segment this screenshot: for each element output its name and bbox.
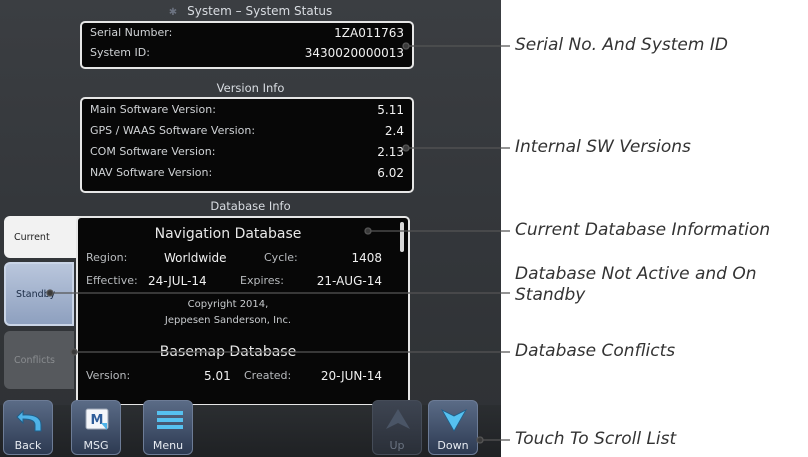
callout-serial: Serial No. And System ID [515,35,728,55]
callout-dot-current-db [364,227,372,235]
callout-dot-standby [46,289,54,297]
callout-dot-serial [402,42,410,50]
callout-standby-db: Database Not Active and On Standby [515,264,757,305]
callout-conflicts: Database Conflicts [515,341,676,361]
callout-dot-conflicts [70,348,78,356]
callout-dot-internal-sw [402,144,410,152]
callout-internal-sw: Internal SW Versions [515,137,691,157]
callout-dot-scroll [476,436,484,444]
callout-scroll: Touch To Scroll List [515,429,677,449]
callout-current-db: Current Database Information [515,220,771,240]
